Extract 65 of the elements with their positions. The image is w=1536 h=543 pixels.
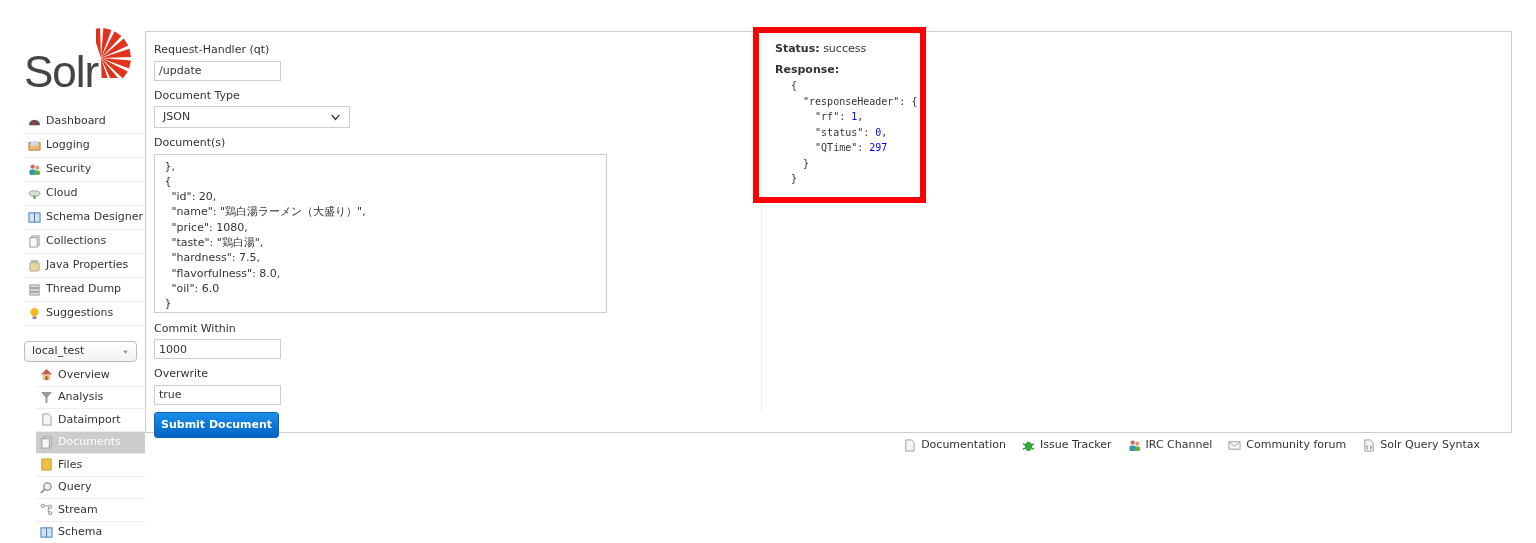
core-menu-item[interactable]: Files xyxy=(36,454,145,477)
response-line: } xyxy=(802,156,811,171)
magnifier-icon xyxy=(40,480,53,494)
sidebar-item[interactable]: Logging xyxy=(24,134,145,158)
sidebar-item[interactable]: Java Properties xyxy=(24,254,145,278)
response-line: { xyxy=(791,79,799,93)
house-icon xyxy=(40,368,53,382)
people-icon xyxy=(28,163,41,176)
commit-within-field[interactable]: 1000 xyxy=(154,339,281,359)
core-menu-item[interactable]: Query xyxy=(36,476,145,499)
sidebar-item[interactable]: Collections xyxy=(24,230,145,254)
response-line: "rf": 1, xyxy=(814,110,865,124)
stack-icon xyxy=(28,283,41,296)
document-icon xyxy=(40,413,53,427)
footer-link[interactable]: Community forum xyxy=(1228,437,1347,454)
sidebar-item[interactable]: Cloud xyxy=(24,182,145,206)
sidebar-item[interactable]: Security xyxy=(24,158,145,182)
sidebar-item[interactable]: Thread Dump xyxy=(24,278,145,302)
field-label: Document Type xyxy=(154,87,241,104)
core-menu-item[interactable]: Dataimport xyxy=(36,409,145,432)
logo-text: Solr xyxy=(24,50,99,94)
core-menu-item[interactable]: Stream xyxy=(36,499,145,522)
sidebar-item[interactable]: Dashboard xyxy=(24,110,145,134)
submit-button[interactable]: Submit Document xyxy=(154,411,279,438)
book-icon xyxy=(28,211,41,224)
folder-icon xyxy=(40,458,53,472)
document-type-select[interactable]: JSON xyxy=(154,106,350,128)
field-label: Overwrite xyxy=(154,366,210,382)
inbox-icon xyxy=(28,139,41,152)
sidebar-item[interactable]: Schema Designer xyxy=(24,206,145,230)
field-label: Request-Handler (qt) xyxy=(154,42,271,58)
response-line: "status": 0, xyxy=(814,125,889,140)
response-line: } xyxy=(791,172,799,186)
sidebar-item[interactable]: Suggestions xyxy=(24,302,145,326)
caret-icon xyxy=(122,348,129,355)
envelope-icon xyxy=(1228,438,1242,452)
lightbulb-icon xyxy=(28,307,41,320)
funnel-icon xyxy=(40,390,53,404)
nodes-icon xyxy=(40,503,53,517)
book-icon xyxy=(40,525,53,539)
core-menu-item[interactable]: Analysis xyxy=(36,386,145,409)
field-label: Document(s) xyxy=(154,135,227,151)
response-line: "responseHeader": { xyxy=(802,94,919,109)
request-handler-field[interactable]: /update xyxy=(154,60,281,81)
field-label: Commit Within xyxy=(154,320,237,337)
core-selector[interactable]: local_test xyxy=(24,341,137,362)
response-line: "QTime": 297 xyxy=(814,141,889,155)
core-menu-item[interactable]: Schema xyxy=(36,521,145,543)
document-icon xyxy=(1362,438,1376,452)
response-label: Response: xyxy=(775,61,841,78)
document-icon xyxy=(903,438,917,452)
overwrite-field[interactable]: true xyxy=(154,384,281,405)
documents-icon xyxy=(28,235,41,248)
documents-icon xyxy=(40,435,53,449)
chevron-icon xyxy=(330,112,341,122)
documents-field[interactable]: }, { "id": 20, "name": "鶏白湯ラーメン（大盛り）", "price": 1080, "taste": "鶏白湯", "hardness": 7.5, "flavorfulness": 8.0, "oil": 6.0 } xyxy=(154,153,607,313)
jar-icon xyxy=(28,259,41,272)
status-text: Status: success xyxy=(775,41,868,57)
footer-link[interactable]: Issue Tracker xyxy=(1021,437,1112,454)
people-icon xyxy=(1127,438,1141,452)
footer-link[interactable]: Documentation xyxy=(903,437,1006,454)
footer-link[interactable]: IRC Channel xyxy=(1127,437,1213,454)
core-menu-item[interactable]: Overview xyxy=(36,364,145,387)
cloud-icon xyxy=(28,187,41,200)
footer-link[interactable]: Solr Query Syntax xyxy=(1362,437,1480,454)
